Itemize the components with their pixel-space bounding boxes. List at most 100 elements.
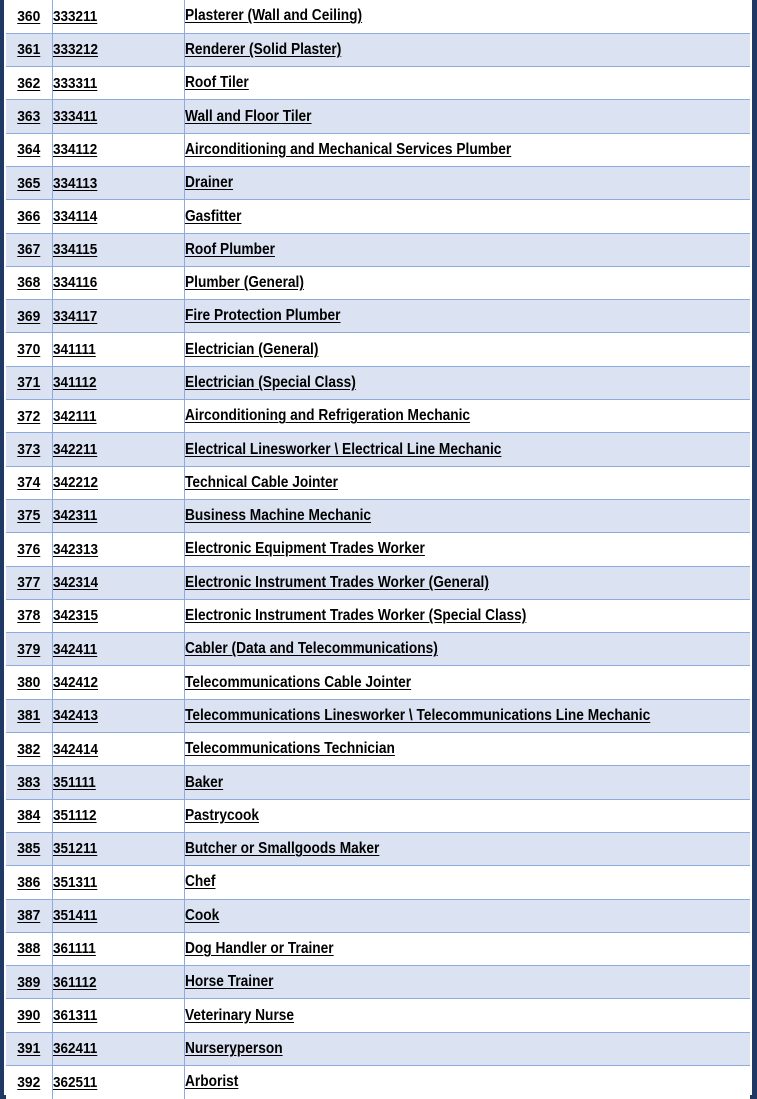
row-index-cell: 391 [6, 1031, 53, 1067]
occupation-title-cell: Plasterer (Wall and Ceiling) [184, 0, 750, 34]
row-index-cell: 367 [6, 232, 53, 267]
row-index-text: 391 [17, 1040, 41, 1058]
occupation-title-text: Telecommunications Linesworker \ Telecom… [184, 706, 650, 724]
occupation-title-cell: Arborist [184, 1064, 750, 1099]
occupation-title-text: Baker [184, 773, 223, 791]
table-row: 369 334117 Fire Protection Plumber [6, 299, 750, 334]
row-index-cell: 385 [6, 831, 53, 867]
row-index-cell: 388 [6, 931, 53, 967]
occupation-code-text: 361111 [52, 940, 96, 958]
occupation-title-cell: Electrician (Special Class) [184, 365, 750, 401]
occupation-code-cell: 342412 [52, 665, 185, 700]
occupation-code-text: 334113 [52, 174, 97, 192]
row-index-text: 365 [17, 174, 41, 192]
occupation-code-text: 334112 [52, 141, 97, 159]
row-index-text: 382 [17, 740, 41, 758]
occupation-title-cell: Airconditioning and Refrigeration Mechan… [184, 399, 750, 434]
table-row: 370 341111 Electrician (General) [6, 332, 750, 367]
occupation-title-text: Technical Cable Jointer [184, 473, 338, 491]
row-index-text: 383 [17, 773, 41, 791]
row-index-cell: 380 [6, 665, 53, 700]
row-index-text: 363 [17, 107, 41, 125]
occupation-title-text: Dog Handler or Trainer [184, 940, 334, 958]
row-index-text: 390 [17, 1006, 41, 1024]
occupation-code-text: 351411 [52, 907, 97, 925]
table-row: 366 334114 Gasfitter [6, 199, 750, 234]
row-index-cell: 382 [6, 732, 53, 767]
occupation-code-text: 342211 [52, 440, 97, 458]
row-index-cell: 378 [6, 598, 53, 634]
occupation-code-cell: 361311 [52, 998, 185, 1033]
table-row: 379 342411 Cabler (Data and Telecommunicat… [6, 632, 750, 667]
row-index-text: 370 [17, 340, 41, 358]
table-row: 365 334113 Drainer [6, 165, 750, 201]
table-row: 386 351311 Chef [6, 865, 750, 900]
row-index-cell: 362 [6, 66, 53, 101]
occupation-code-cell: 351211 [52, 831, 185, 867]
table-row: 392 362511 Arborist [6, 1064, 750, 1099]
occupation-code-cell: 342311 [52, 498, 185, 534]
occupation-code-text: 351311 [52, 873, 97, 891]
occupation-title-cell: Telecommunications Technician [184, 732, 750, 767]
occupation-code-text: 342413 [52, 707, 98, 725]
row-index-text: 360 [17, 7, 41, 25]
table-row: 360 333211 Plasterer (Wall and Ceiling) [6, 0, 750, 34]
occupation-code-text: 342111 [52, 407, 97, 425]
occupation-code-text: 342315 [52, 607, 98, 625]
row-index-cell: 379 [6, 632, 53, 667]
occupation-title-cell: Chef [184, 865, 750, 900]
row-index-text: 378 [17, 607, 41, 625]
occupation-code-cell: 334117 [52, 299, 185, 334]
occupation-title-cell: Wall and Floor Tiler [184, 99, 750, 134]
occupation-title-cell: Plumber (General) [184, 265, 750, 301]
table-row: 389 361112 Horse Trainer [6, 965, 750, 1000]
occupation-code-cell: 334113 [52, 165, 185, 201]
occupation-code-cell: 333411 [52, 99, 185, 134]
row-index-cell: 392 [6, 1064, 53, 1099]
row-index-text: 374 [17, 474, 41, 492]
row-index-text: 375 [17, 507, 41, 525]
table-row: 373 342211 Electrical Linesworker \ Electr… [6, 432, 750, 467]
row-index-cell: 384 [6, 798, 53, 833]
row-index-cell: 368 [6, 265, 53, 301]
row-index-cell: 373 [6, 432, 53, 467]
row-index-text: 388 [17, 940, 41, 958]
occupation-code-cell: 342315 [52, 598, 185, 634]
table-row: 367 334115 Roof Plumber [6, 232, 750, 267]
occupation-title-text: Cabler (Data and Telecommunications) [184, 640, 438, 658]
row-index-text: 369 [17, 307, 41, 325]
row-index-text: 372 [17, 407, 41, 425]
occupation-title-text: Butcher or Smallgoods Maker [184, 840, 379, 858]
occupation-title-text: Plasterer (Wall and Ceiling) [184, 7, 362, 25]
occupation-code-text: 342212 [52, 474, 98, 492]
occupation-code-cell: 342411 [52, 632, 185, 667]
row-index-text: 373 [17, 440, 41, 458]
occupation-code-cell: 333311 [52, 66, 185, 101]
occupation-code-cell: 342211 [52, 432, 185, 467]
occupation-title-cell: Airconditioning and Mechanical Services … [184, 132, 750, 167]
row-index-text: 371 [17, 374, 41, 392]
occupation-code-text: 334116 [52, 274, 97, 292]
table-row: 390 361311 Veterinary Nurse [6, 998, 750, 1033]
occupation-title-cell: Cook [184, 898, 750, 933]
row-index-cell: 390 [6, 998, 53, 1033]
row-index-cell: 372 [6, 399, 53, 434]
occupation-code-text: 341112 [52, 374, 97, 392]
occupation-code-cell: 362411 [52, 1031, 185, 1067]
occupation-title-cell: Roof Tiler [184, 66, 750, 101]
table-row: 385 351211 Butcher or Smallgoods Maker [6, 831, 750, 867]
occupation-table-body: 360 333211 Plasterer (Wall and Ceiling) 361… [6, 0, 750, 1099]
table-row: 382 342414 Telecommunications Technician [6, 732, 750, 767]
occupation-title-text: Fire Protection Plumber [184, 307, 340, 325]
table-row: 368 334116 Plumber (General) [6, 265, 750, 301]
occupation-title-text: Electronic Instrument Trades Worker (Gen… [184, 573, 489, 591]
row-index-cell: 366 [6, 199, 53, 234]
occupation-title-cell: Renderer (Solid Plaster) [184, 32, 750, 68]
occupation-code-text: 342411 [52, 640, 97, 658]
row-index-text: 366 [17, 207, 41, 225]
occupation-title-text: Veterinary Nurse [184, 1006, 294, 1024]
row-index-cell: 387 [6, 898, 53, 933]
row-index-cell: 389 [6, 965, 53, 1000]
row-index-text: 377 [17, 574, 41, 592]
occupation-code-text: 362511 [52, 1073, 97, 1091]
